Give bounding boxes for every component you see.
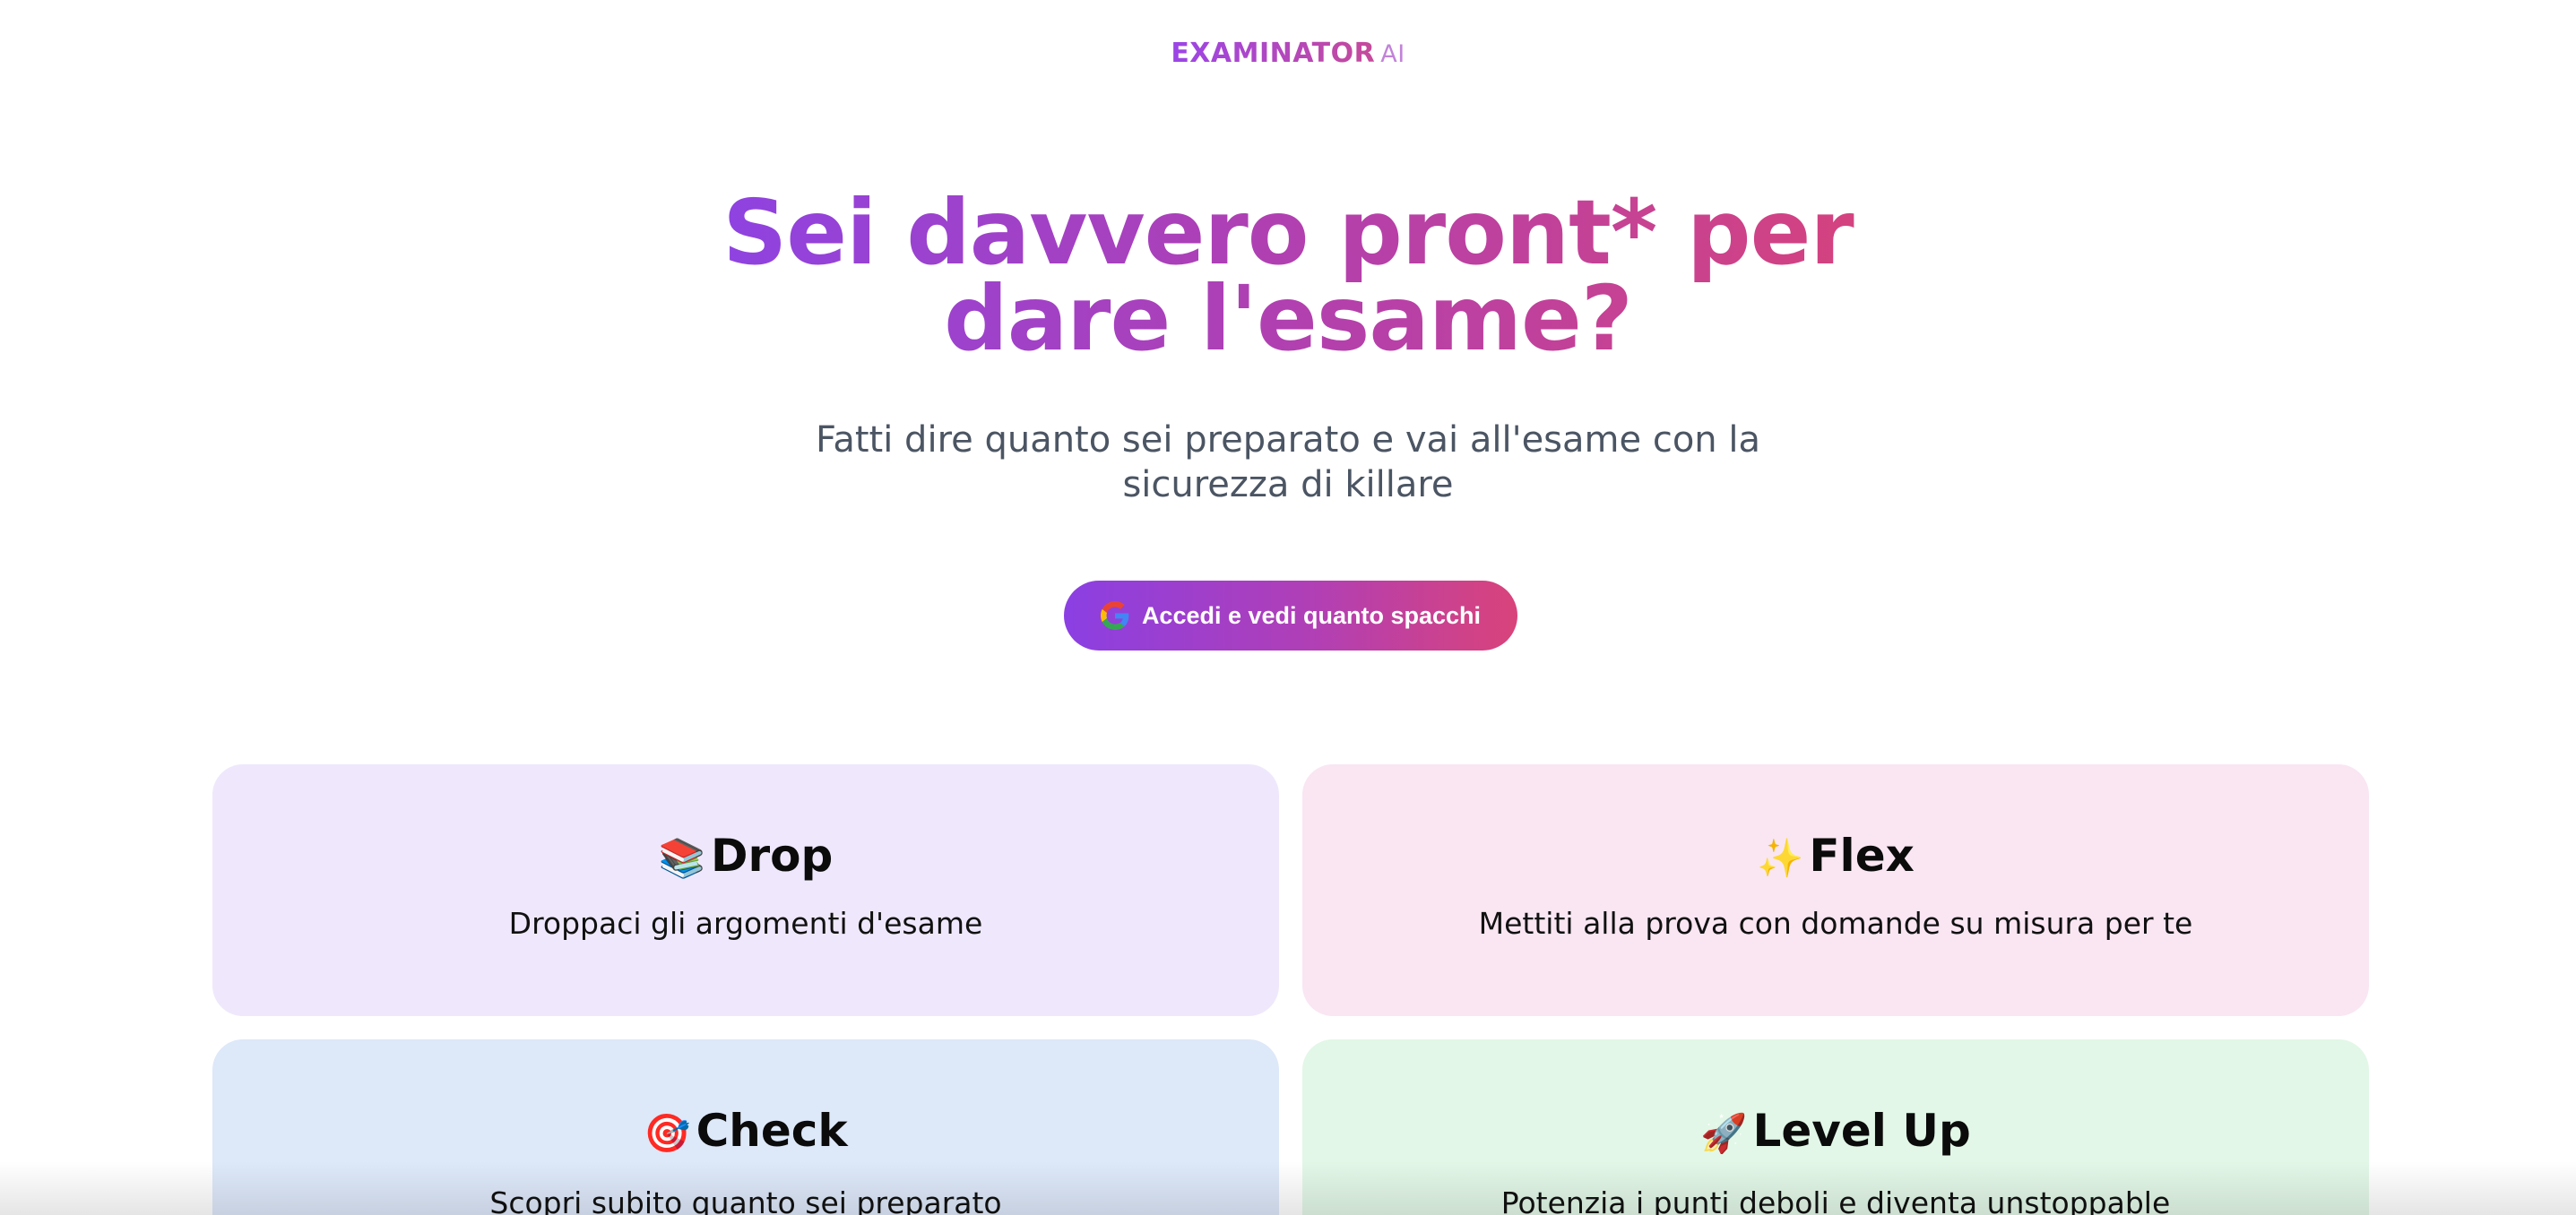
- feature-title: 🎯 Check: [212, 1104, 1279, 1160]
- feature-title-text: Level Up: [1752, 1105, 1971, 1157]
- feature-card-level-up: 🚀 Level Up Potenzia i punti deboli e dive…: [1302, 1039, 2369, 1215]
- brand-suffix: AI: [1380, 40, 1405, 68]
- rocket-icon: 🚀: [1700, 1111, 1748, 1155]
- google-login-button[interactable]: Accedi e vedi quanto spacchi: [1064, 581, 1517, 651]
- feature-title: 📚 Drop: [212, 829, 1279, 885]
- feature-title-text: Check: [696, 1105, 848, 1157]
- feature-description: Potenzia i punti deboli e diventa unstop…: [1500, 1185, 2171, 1215]
- feature-title: 🚀 Level Up: [1302, 1104, 2369, 1160]
- google-icon: [1100, 601, 1129, 630]
- feature-card-flex: ✨ Flex Mettiti alla prova con domande su …: [1302, 764, 2369, 1016]
- brand-logo[interactable]: EXAMINATOR AI: [0, 38, 2576, 69]
- feature-title-text: Flex: [1809, 830, 1915, 882]
- feature-title-text: Drop: [710, 830, 834, 882]
- hero-title: Sei davvero pront* per dare l'esame?: [661, 188, 1915, 364]
- feature-card-check: 🎯 Check Scopri subito quanto sei preparat…: [212, 1039, 1279, 1215]
- books-icon: 📚: [658, 836, 705, 880]
- landing-page: EXAMINATOR AI Sei davvero pront* per dare…: [0, 0, 2576, 1215]
- target-icon: 🎯: [644, 1111, 691, 1155]
- feature-title: ✨ Flex: [1302, 829, 2369, 885]
- hero-subtitle: Fatti dire quanto sei preparato e vai al…: [816, 419, 1760, 505]
- feature-description: Scopri subito quanto sei preparato: [489, 1185, 1002, 1215]
- brand-name: EXAMINATOR: [1171, 38, 1376, 69]
- feature-description: Droppaci gli argomenti d'esame: [508, 906, 983, 941]
- cta-label: Accedi e vedi quanto spacchi: [1141, 601, 1482, 629]
- feature-description: Mettiti alla prova con domande su misura…: [1478, 906, 2193, 941]
- feature-card-drop: 📚 Drop Droppaci gli argomenti d'esame: [212, 764, 1279, 1016]
- sparkles-icon: ✨: [1757, 836, 1804, 880]
